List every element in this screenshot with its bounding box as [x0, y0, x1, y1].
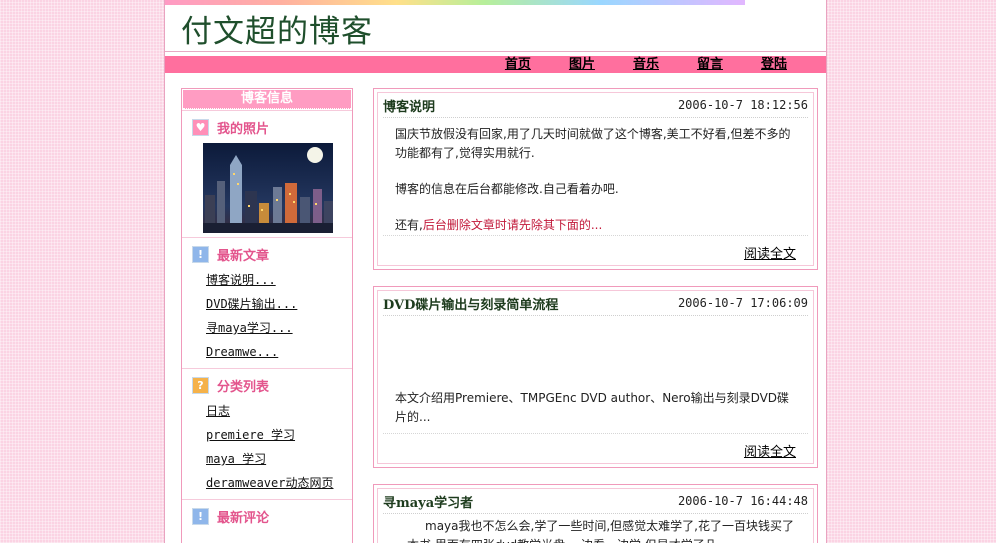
list-item: 博客说明... — [206, 268, 352, 292]
post-date: 2006-10-7 16:44:48 — [677, 494, 808, 508]
post-header: DVD碟片输出与刻录简单流程 2006-10-7 17:06:09 — [383, 291, 808, 316]
comments-title: 最新评论 — [217, 510, 270, 526]
post-footer-rule — [383, 235, 808, 236]
nav-login[interactable]: 登陆 — [761, 56, 787, 73]
category-link[interactable]: maya 学习 — [206, 452, 266, 466]
post-body: 国庆节放假没有回家,用了几天时间就做了这个博客,美工不好看,但差不多的功能都有了… — [395, 125, 797, 235]
post-card: DVD碟片输出与刻录简单流程 2006-10-7 17:06:09 本文介绍用P… — [373, 286, 818, 468]
sidebar-header: 博客信息 — [183, 90, 351, 109]
recent-post-link[interactable]: DVD碟片输出... — [206, 297, 297, 311]
nav-music[interactable]: 音乐 — [633, 56, 659, 73]
recent-posts-list: 博客说明... DVD碟片输出... 寻maya学习... Dreamwe... — [182, 268, 352, 364]
list-item: 日志 — [206, 399, 352, 423]
question-icon: ? — [192, 376, 209, 394]
exclamation-icon: ! — [192, 245, 209, 263]
list-item: maya 学习 — [206, 447, 352, 471]
post-body: maya我也不怎么会,学了一些时间,但感觉太难学了,花了一百块钱买了一本书,里面… — [395, 517, 797, 543]
read-more-link[interactable]: 阅读全文 — [744, 243, 796, 262]
list-item: 寻maya学习... — [206, 316, 352, 340]
post-title[interactable]: 寻maya学习者 — [383, 492, 473, 511]
photo-section-title: 我的照片 — [217, 121, 270, 137]
post-card: 寻maya学习者 2006-10-7 16:44:48 maya我也不怎么会,学… — [373, 484, 818, 543]
post-paragraph: 博客的信息在后台都能修改.自己看着办吧. — [395, 182, 619, 196]
profile-photo[interactable] — [203, 143, 333, 233]
recent-post-link[interactable]: 博客说明... — [206, 273, 276, 287]
category-list: 日志 premiere 学习 maya 学习 deramweaver动态网页 — [182, 399, 352, 495]
heart-icon: ♥ — [192, 118, 209, 136]
post-inner: 博客说明 2006-10-7 18:12:56 国庆节放假没有回家,用了几天时间… — [377, 92, 814, 266]
post-footer-rule — [383, 433, 808, 434]
nav-guestbook[interactable]: 留言 — [697, 56, 723, 73]
category-link[interactable]: 日志 — [206, 404, 230, 418]
post-paragraph: maya我也不怎么会,学了一些时间,但感觉太难学了,花了一百块钱买了一本书,里面… — [395, 519, 794, 543]
post-date: 2006-10-7 17:06:09 — [677, 296, 808, 310]
recent-post-link[interactable]: 寻maya学习... — [206, 321, 293, 335]
comments-section: ! 最新评论 — [182, 499, 352, 534]
post-inner: 寻maya学习者 2006-10-7 16:44:48 maya我也不怎么会,学… — [377, 488, 814, 543]
recent-posts-title: 最新文章 — [217, 248, 270, 264]
list-item: Dreamwe... — [206, 340, 352, 364]
site-title: 付文超的博客 — [181, 14, 373, 50]
post-date: 2006-10-7 18:12:56 — [677, 98, 808, 112]
post-paragraph: 本文介绍用Premiere、TMPGEnc DVD author、Nero输出与… — [395, 391, 790, 424]
category-link[interactable]: premiere 学习 — [206, 428, 295, 442]
read-more-link[interactable]: 阅读全文 — [744, 441, 796, 460]
photo-section: ♥ 我的照片 — [182, 110, 352, 237]
category-title: 分类列表 — [217, 379, 270, 395]
comments-head: ! 最新评论 — [182, 502, 352, 530]
recent-post-link[interactable]: Dreamwe... — [206, 345, 278, 359]
page: 付文超的博客 首页 图片 音乐 留言 登陆 博客信息 ♥ 我的照片 ! 最新文章… — [164, 0, 827, 543]
category-head: ? 分类列表 — [182, 371, 352, 399]
category-link[interactable]: deramweaver动态网页 — [206, 476, 333, 490]
post-text: 还有, — [395, 218, 423, 232]
list-item: deramweaver动态网页 — [206, 471, 352, 495]
navbar: 首页 图片 音乐 留言 登陆 — [165, 56, 826, 73]
post-title[interactable]: 博客说明 — [383, 96, 435, 115]
post-inner: DVD碟片输出与刻录简单流程 2006-10-7 17:06:09 本文介绍用P… — [377, 290, 814, 464]
exclamation-icon: ! — [192, 507, 209, 525]
post-paragraph: 国庆节放假没有回家,用了几天时间就做了这个博客,美工不好看,但差不多的功能都有了… — [395, 127, 791, 160]
post-body: 本文介绍用Premiere、TMPGEnc DVD author、Nero输出与… — [395, 389, 797, 427]
list-item: DVD碟片输出... — [206, 292, 352, 316]
post-paragraph: 还有,后台删除文章时请先除其下面的... — [395, 216, 797, 235]
recent-posts-head: ! 最新文章 — [182, 240, 352, 268]
nav-pictures[interactable]: 图片 — [569, 56, 595, 73]
photo-section-head: ♥ 我的照片 — [182, 113, 352, 141]
header-rule — [165, 51, 826, 52]
post-card: 博客说明 2006-10-7 18:12:56 国庆节放假没有回家,用了几天时间… — [373, 88, 818, 270]
list-item: premiere 学习 — [206, 423, 352, 447]
sidebar: 博客信息 ♥ 我的照片 ! 最新文章 博客说明... DVD碟片输出... 寻m… — [181, 88, 353, 543]
nav-home[interactable]: 首页 — [505, 56, 531, 73]
rainbow-strip — [165, 0, 745, 5]
post-highlight-text: 后台删除文章时请先除其下面的... — [422, 218, 603, 232]
post-header: 寻maya学习者 2006-10-7 16:44:48 — [383, 489, 808, 514]
category-section: ? 分类列表 日志 premiere 学习 maya 学习 deramweave… — [182, 368, 352, 499]
post-title[interactable]: DVD碟片输出与刻录简单流程 — [383, 294, 558, 313]
nav-links: 首页 图片 音乐 留言 登陆 — [505, 56, 787, 73]
recent-posts-section: ! 最新文章 博客说明... DVD碟片输出... 寻maya学习... Dre… — [182, 237, 352, 368]
post-header: 博客说明 2006-10-7 18:12:56 — [383, 93, 808, 118]
